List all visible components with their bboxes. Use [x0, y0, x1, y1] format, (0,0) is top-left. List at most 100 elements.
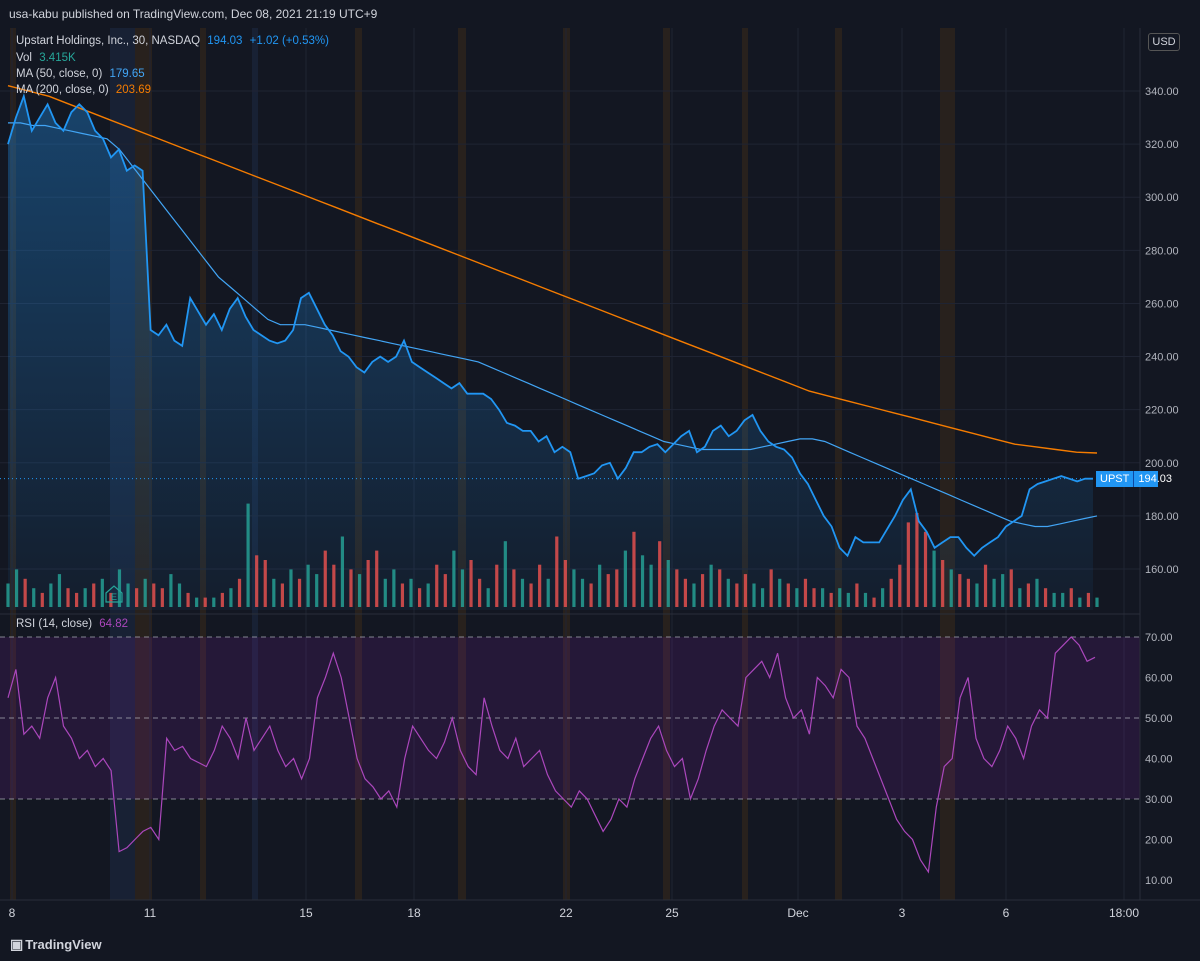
- publisher-line: usa-kabu published on TradingView.com, D…: [9, 7, 378, 21]
- volume-bar: [255, 555, 259, 607]
- volume-bar: [92, 583, 96, 607]
- volume-bar: [735, 583, 739, 607]
- legend-rsi-row: RSI (14, close) 64.82: [16, 618, 128, 630]
- volume-bar: [220, 592, 224, 607]
- time-tick-label: 18:00: [1109, 906, 1139, 920]
- volume-bar: [503, 541, 507, 607]
- volume-bar: [349, 569, 353, 607]
- volume-bar: [589, 583, 593, 607]
- volume-bar: [700, 574, 705, 607]
- volume-bar: [555, 536, 559, 607]
- tradingview-logo[interactable]: ▣ TradingView: [10, 936, 102, 953]
- legend-ma50-row: MA (50, close, 0) 179.65: [16, 68, 145, 80]
- volume-bar: [375, 550, 379, 607]
- volume-bar: [400, 583, 405, 607]
- legend-symbol: Upstart Holdings, Inc., 30, NASDAQ: [16, 35, 201, 47]
- volume-bar: [383, 578, 387, 607]
- volume-bar: [40, 592, 44, 607]
- volume-bar: [512, 569, 516, 607]
- volume-bar: [915, 513, 919, 607]
- volume-bar: [74, 592, 79, 607]
- volume-bar: [366, 560, 370, 607]
- earnings-marker-label: E: [111, 592, 117, 602]
- volume-bar: [923, 531, 928, 607]
- rsi-tick-label: 30.00: [1145, 794, 1173, 806]
- volume-bar: [692, 583, 696, 607]
- legend-vol-value: 3.415K: [39, 52, 76, 64]
- volume-bar: [246, 503, 250, 607]
- volume-bar: [538, 564, 542, 607]
- legend-change: +1.02 (+0.53%): [249, 35, 329, 47]
- volume-bar: [357, 574, 362, 607]
- price-tag-ticker: UPST: [1096, 471, 1135, 487]
- volume-bar: [675, 569, 679, 607]
- time-tick-label: 11: [144, 906, 157, 920]
- chart-area[interactable]: E 340.00320.00300.00280.00260.00240.0022…: [0, 28, 1200, 931]
- volume-bar: [323, 550, 327, 607]
- volume-bar: [975, 583, 979, 607]
- price-tick-label: 160.00: [1145, 564, 1179, 576]
- volume-bar: [135, 588, 139, 607]
- volume-bar: [6, 583, 10, 607]
- volume-bar: [812, 588, 816, 607]
- volume-bar: [966, 578, 970, 607]
- price-tick-label: 200.00: [1145, 458, 1179, 470]
- volume-bar: [460, 569, 465, 607]
- rsi-tick-label: 60.00: [1145, 673, 1173, 685]
- volume-bar: [958, 574, 962, 607]
- price-tick-label: 240.00: [1145, 352, 1179, 364]
- volume-bar: [752, 583, 756, 607]
- price-tick-label: 340.00: [1145, 86, 1179, 98]
- time-tick-label: 6: [1003, 906, 1010, 920]
- volume-bar: [520, 578, 525, 607]
- volume-bar: [1052, 592, 1056, 607]
- legend-ma200-row: MA (200, close, 0) 203.69: [16, 84, 151, 96]
- volume-bar: [855, 583, 859, 607]
- volume-bar: [743, 574, 748, 607]
- volume-bar: [1026, 583, 1031, 607]
- volume-bar: [640, 555, 645, 607]
- volume-bar: [143, 578, 147, 607]
- footer: [0, 931, 1200, 961]
- volume-bar: [795, 588, 799, 607]
- volume-bar: [100, 578, 104, 607]
- volume-bar: [177, 583, 182, 607]
- volume-bar: [889, 578, 893, 607]
- volume-bar: [529, 583, 533, 607]
- volume-bar: [615, 569, 619, 607]
- volume-bar: [632, 531, 636, 607]
- volume-bar: [126, 583, 130, 607]
- volume-bar: [1061, 592, 1065, 607]
- volume-bar: [829, 592, 833, 607]
- volume-bar: [280, 583, 284, 607]
- volume-bar: [649, 564, 653, 607]
- price-tick-label: 320.00: [1145, 139, 1179, 151]
- volume-bar: [237, 578, 242, 607]
- volume-bar: [709, 564, 713, 607]
- volume-bar: [941, 560, 945, 607]
- volume-bar: [203, 597, 207, 607]
- legend-vol-row: Vol 3.415K: [16, 52, 76, 64]
- volume-bar: [306, 564, 310, 607]
- volume-bar: [66, 588, 70, 607]
- volume-bar: [1043, 588, 1048, 607]
- volume-bar: [838, 588, 842, 607]
- volume-bar: [606, 574, 610, 607]
- volume-bar: [666, 560, 670, 607]
- volume-bar: [683, 578, 688, 607]
- volume-bar: [580, 578, 585, 607]
- volume-bar: [1086, 592, 1091, 607]
- volume-bar: [1078, 597, 1082, 607]
- volume-bar: [49, 583, 53, 607]
- legend-rsi-value: 64.82: [99, 618, 129, 630]
- volume-bar: [1001, 574, 1005, 607]
- volume-bar: [623, 550, 627, 607]
- volume-bar: [23, 578, 27, 607]
- volume-bar: [598, 564, 602, 607]
- volume-bar: [992, 578, 996, 607]
- time-tick-label: 3: [899, 906, 906, 920]
- volume-bar: [272, 578, 276, 607]
- volume-bar: [443, 574, 447, 607]
- rsi-tick-label: 40.00: [1145, 754, 1173, 766]
- currency-button[interactable]: USD: [1148, 33, 1180, 51]
